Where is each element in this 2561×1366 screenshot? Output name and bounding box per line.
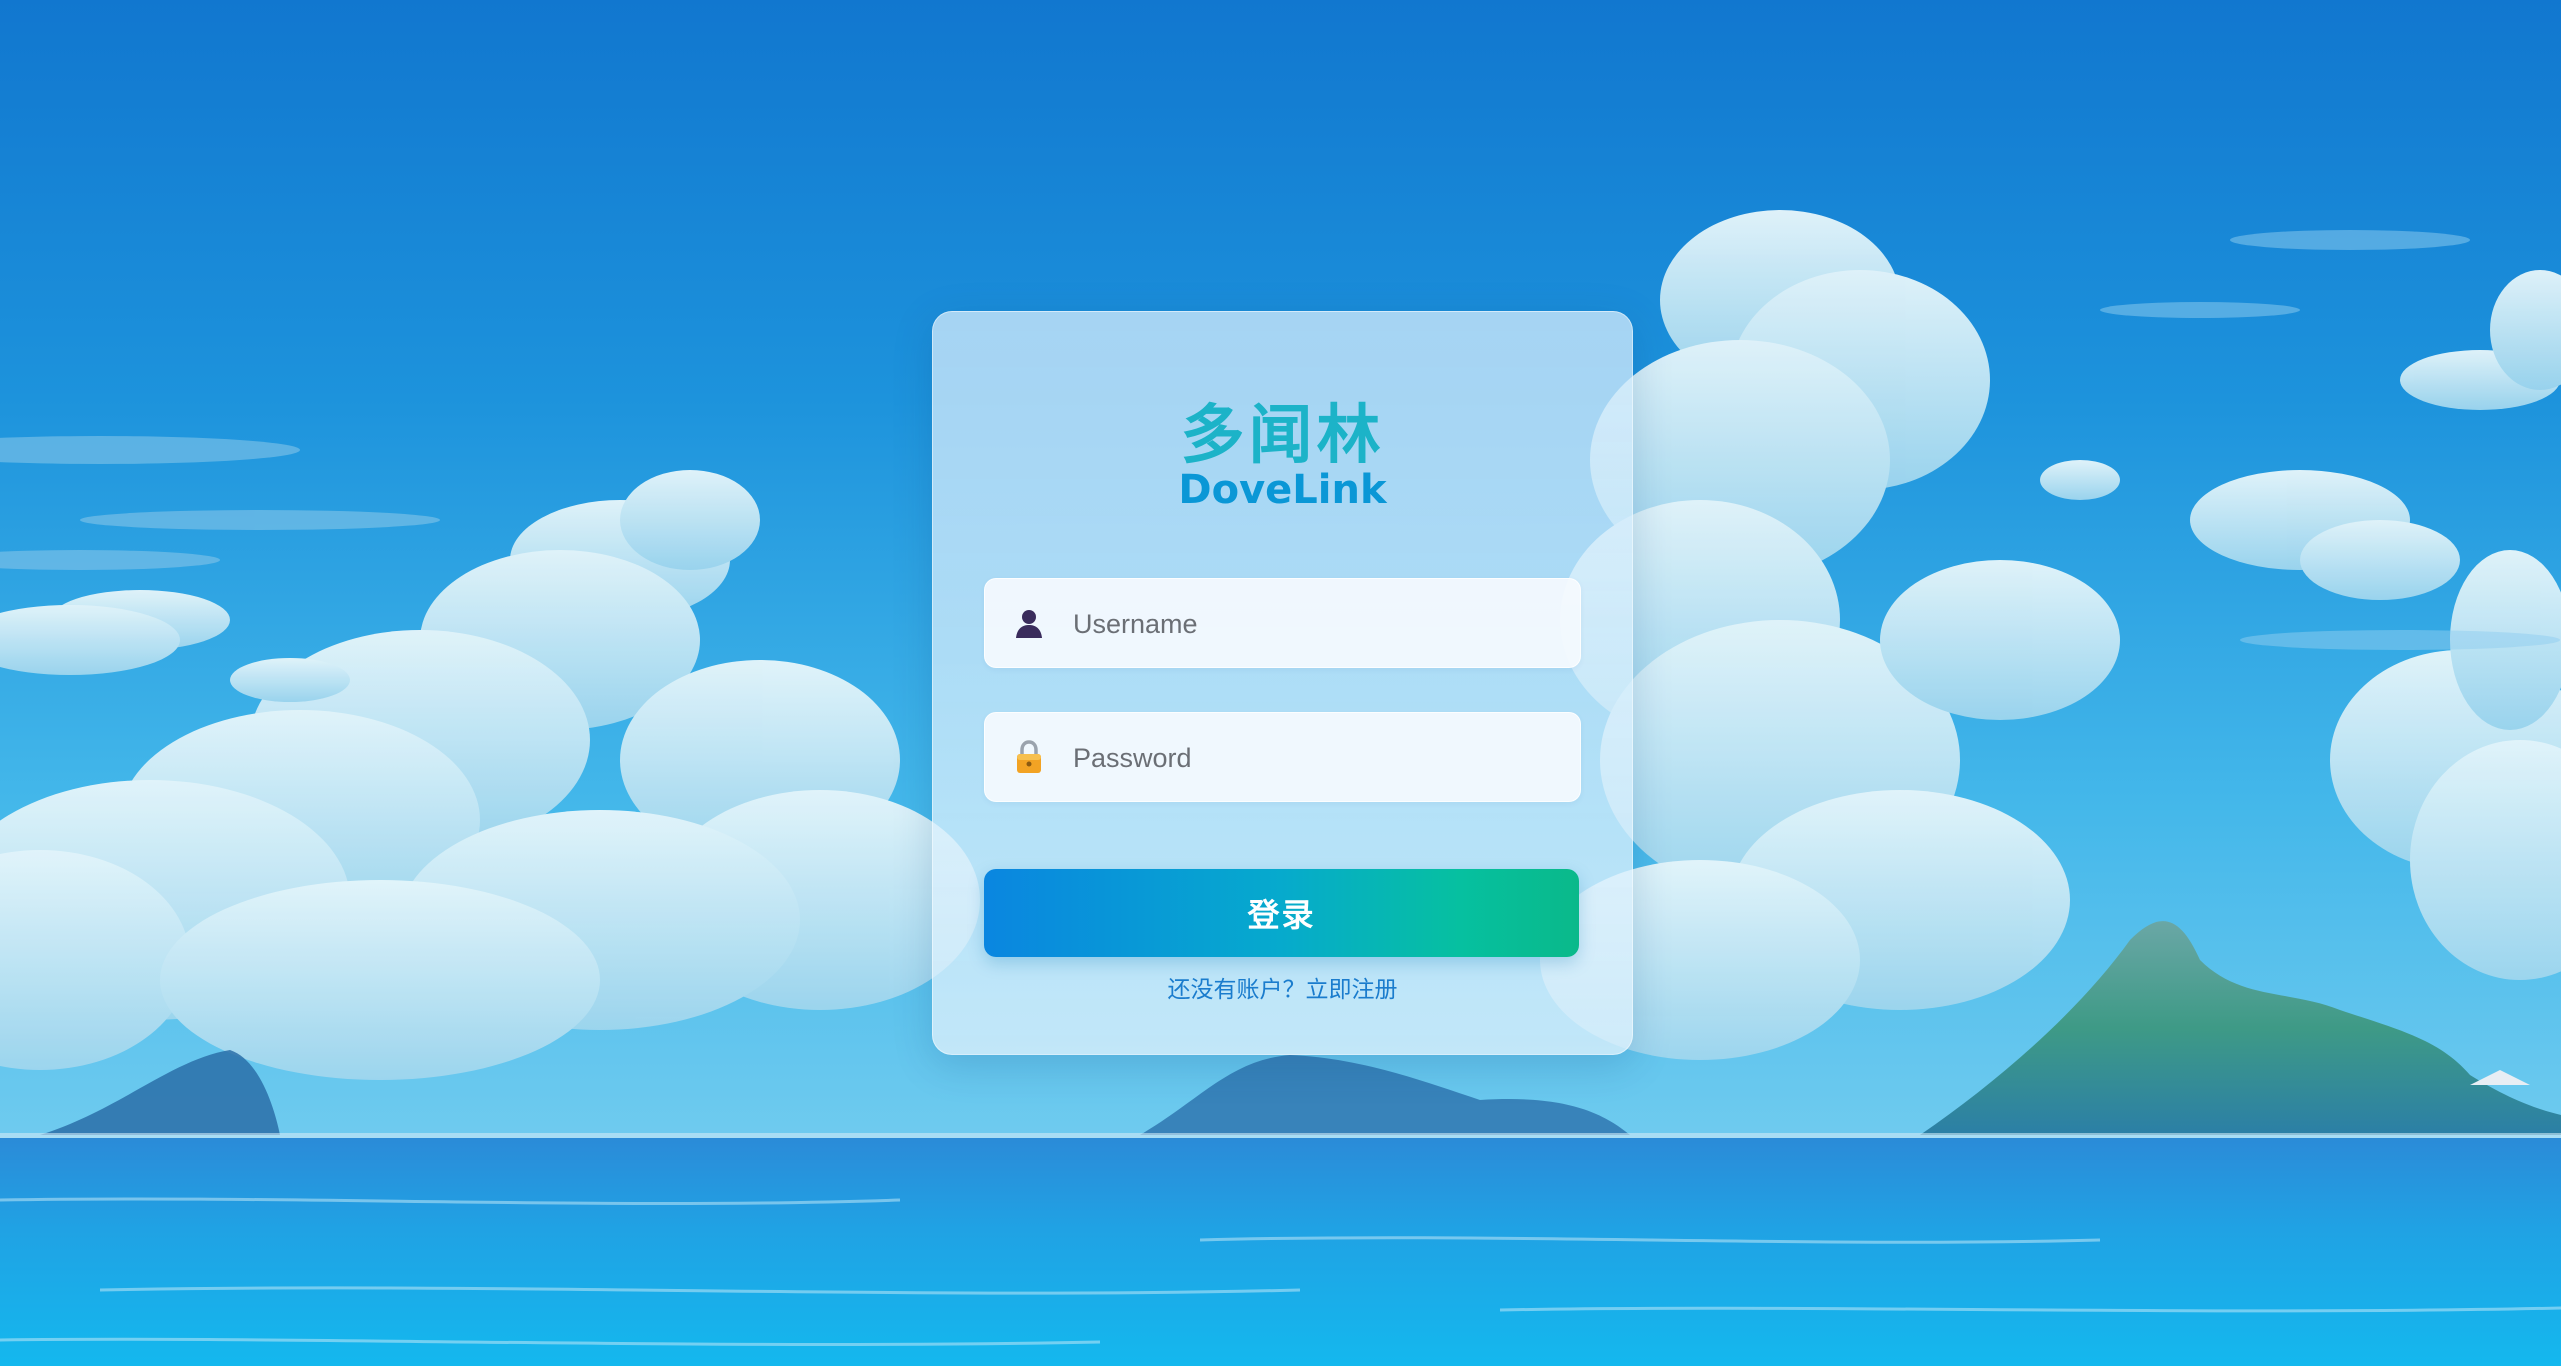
- app-title-cn: 多闻林: [1180, 399, 1385, 473]
- username-input[interactable]: [1071, 579, 1565, 669]
- password-input[interactable]: [1071, 713, 1565, 803]
- user-icon: [1016, 610, 1042, 638]
- password-field[interactable]: [984, 712, 1581, 803]
- background-scene: 多闻林 DoveLink 登录 还没有账户？立即注册: [0, 0, 2561, 1366]
- lock-icon: [1017, 740, 1041, 773]
- app-title-en: DoveLink: [1178, 467, 1387, 513]
- login-card: 多闻林 DoveLink 登录 还没有账户？立即注册: [932, 311, 1633, 1055]
- username-field[interactable]: [984, 578, 1581, 669]
- register-link[interactable]: 还没有账户？立即注册: [933, 970, 1632, 1004]
- login-button[interactable]: 登录: [984, 869, 1579, 957]
